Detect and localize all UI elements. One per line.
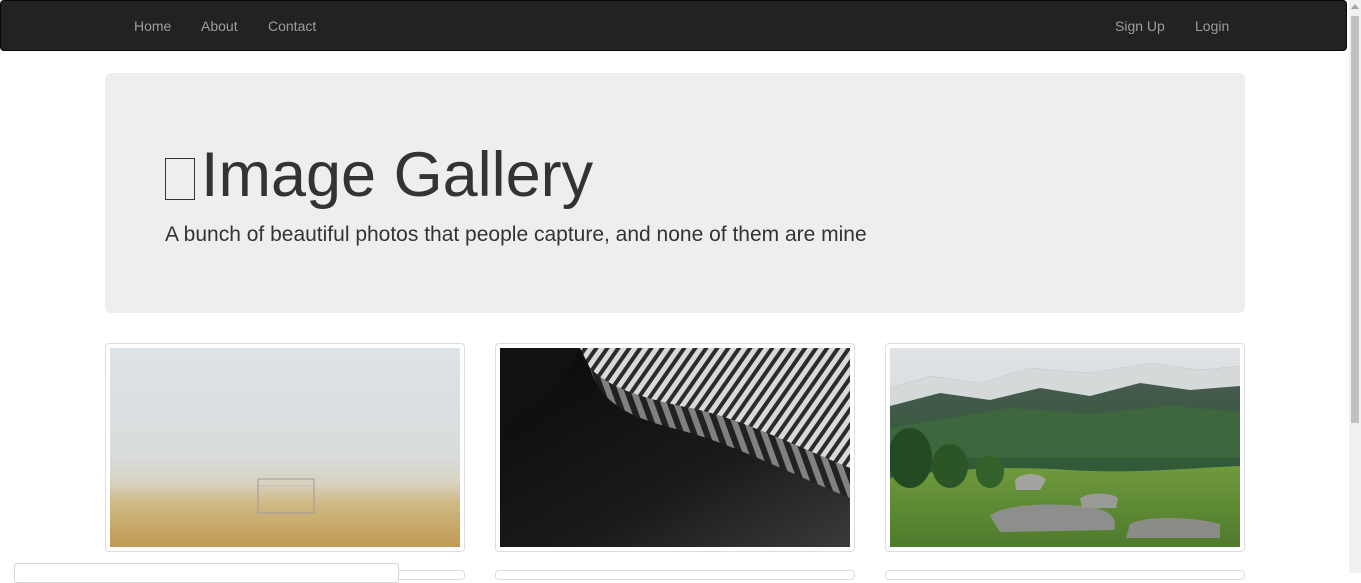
- picture-icon: [165, 158, 195, 200]
- nav-about-link[interactable]: About: [201, 1, 238, 52]
- nav-login-link[interactable]: Login: [1195, 1, 1229, 52]
- gallery-thumbnail-mountains[interactable]: [885, 343, 1245, 552]
- scroll-up-arrow-icon[interactable]: [1351, 4, 1359, 9]
- foggy-field-image: [110, 348, 460, 547]
- nav-signup-link[interactable]: Sign Up: [1115, 1, 1165, 52]
- page-title: Image Gallery: [165, 141, 593, 209]
- page-subtitle: A bunch of beautiful photos that people …: [165, 223, 867, 246]
- bottom-overlay-panel[interactable]: [14, 563, 399, 583]
- nav-home-link[interactable]: Home: [134, 1, 171, 52]
- gallery-thumbnail-foggy-field[interactable]: [105, 343, 465, 552]
- gallery-thumbnail-row2-3[interactable]: [885, 570, 1245, 580]
- page-title-text: Image Gallery: [201, 140, 594, 210]
- architecture-image: [500, 348, 850, 547]
- hero-jumbotron: Image Gallery A bunch of beautiful photo…: [105, 73, 1245, 313]
- page-scrollbar[interactable]: [1349, 0, 1361, 573]
- nav-contact-link[interactable]: Contact: [268, 1, 316, 52]
- top-navbar: Home About Contact Sign Up Login: [0, 0, 1347, 51]
- mountain-landscape-image: [890, 348, 1240, 547]
- gallery-thumbnail-row2-2[interactable]: [495, 570, 855, 580]
- scrollbar-thumb[interactable]: [1351, 16, 1359, 423]
- gallery-thumbnail-architecture[interactable]: [495, 343, 855, 552]
